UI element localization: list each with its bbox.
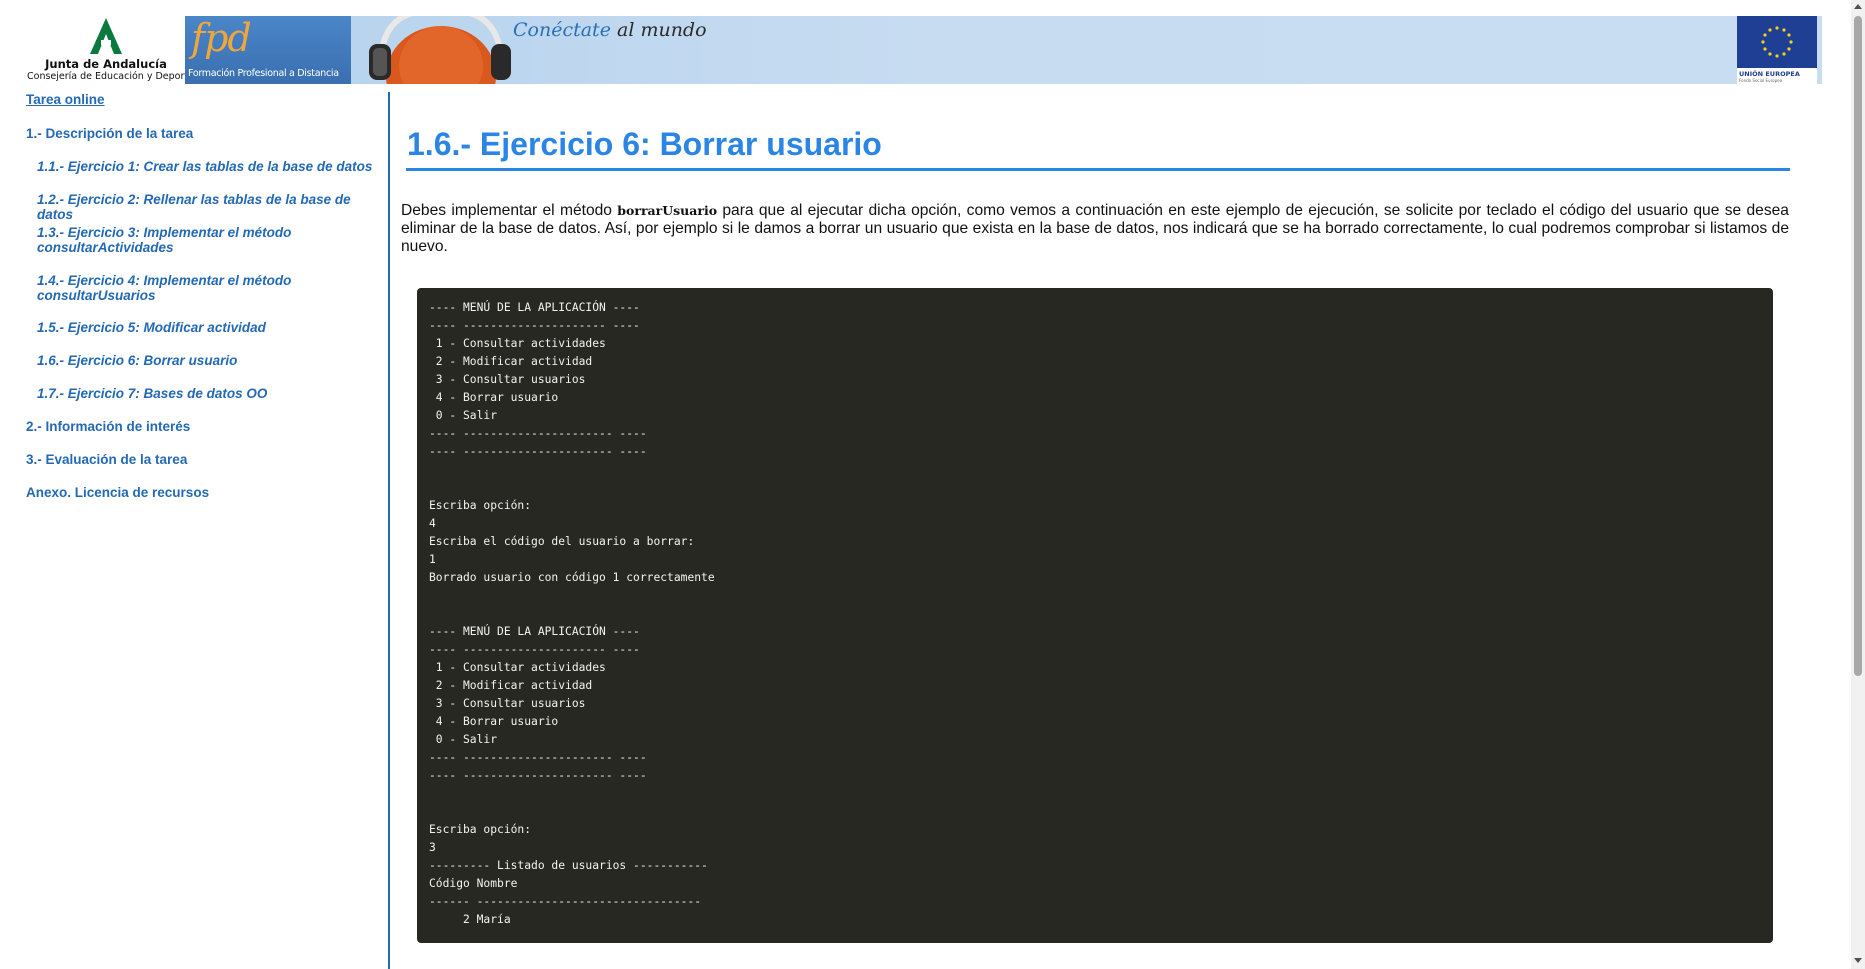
- page-title: 1.6.- Ejercicio 6: Borrar usuario: [407, 126, 882, 162]
- console-line: 2 - Modificar actividad: [429, 355, 593, 368]
- title-underline: [406, 168, 1790, 171]
- sidebar-item-ejercicio-6[interactable]: 1.6.- Ejercicio 6: Borrar usuario: [37, 353, 382, 368]
- eu-sub: Fondo Social Europeo: [1739, 78, 1783, 83]
- console-line: 0 - Salir: [429, 733, 498, 746]
- banner-slogan: Conéctate al mundo: [513, 19, 707, 41]
- console-line: 2 María: [429, 913, 511, 926]
- console-line: 2 - Modificar actividad: [429, 679, 593, 692]
- fpd-caption: Formación Profesional a Distancia: [188, 68, 339, 79]
- main-content: 1.6.- Ejercicio 6: Borrar usuario Debes …: [401, 86, 1791, 969]
- console-line: 3 - Consultar usuarios: [429, 373, 586, 386]
- page-header: Junta de Andalucía Consejería de Educaci…: [0, 0, 1822, 86]
- console-line: ---- MENÚ DE LA APLICACIÓN ----: [429, 301, 640, 314]
- sidebar-item-anexo[interactable]: Anexo. Licencia de recursos: [26, 485, 209, 500]
- console-line: ---- ---------------------- ----: [429, 751, 647, 764]
- scroll-down-arrow-icon[interactable]: [1854, 958, 1862, 963]
- console-line: 1 - Consultar actividades: [429, 337, 606, 350]
- headphones-person-image: [369, 16, 511, 84]
- eu-logo: UNIÓN EUROPEA Fondo Social Europeo: [1737, 16, 1817, 84]
- intro-paragraph: Debes implementar el método borrarUsuari…: [401, 202, 1789, 256]
- org-name: Junta de Andalucía: [45, 57, 167, 71]
- console-line: Código Nombre: [429, 877, 518, 890]
- scroll-up-arrow-icon[interactable]: [1854, 4, 1862, 9]
- console-text: ---- MENÚ DE LA APLICACIÓN ---- ---- ---…: [429, 299, 715, 929]
- console-line: ---- ---------------------- ----: [429, 769, 647, 782]
- intro-text-before: Debes implementar el método: [401, 202, 618, 219]
- intro-method-name: borrarUsuario: [617, 203, 718, 218]
- fpd-wordmark: fpd: [191, 16, 252, 60]
- org-department: Consejería de Educación y Deporte: [27, 71, 194, 82]
- console-line: 0 - Salir: [429, 409, 498, 422]
- console-output: ---- MENÚ DE LA APLICACIÓN ---- ---- ---…: [417, 288, 1773, 943]
- sidebar-item-ejercicio-4[interactable]: 1.4.- Ejercicio 4: Implementar el método…: [37, 273, 327, 303]
- sidebar-item-ejercicio-2[interactable]: 1.2.- Ejercicio 2: Rellenar las tablas d…: [37, 192, 382, 222]
- console-line: ---- ---------------------- ----: [429, 427, 647, 440]
- header-banner: Conéctate al mundo: [351, 16, 1822, 84]
- junta-andalucia-logo[interactable]: Junta de Andalucía Consejería de Educaci…: [27, 16, 194, 84]
- sidebar-item-descripcion[interactable]: 1.- Descripción de la tarea: [26, 126, 193, 141]
- junta-andalucia-emblem-icon: [90, 18, 122, 54]
- console-line: ---- ---------------------- ----: [429, 445, 647, 458]
- console-line: 4: [429, 517, 436, 530]
- console-line: 3 - Consultar usuarios: [429, 697, 586, 710]
- sidebar-top-link[interactable]: Tarea online: [26, 92, 105, 107]
- console-line: --------- Listado de usuarios ----------…: [429, 859, 708, 872]
- console-line: 1 - Consultar actividades: [429, 661, 606, 674]
- eu-flag-icon: [1737, 16, 1817, 68]
- vertical-scrollbar[interactable]: [1851, 0, 1865, 969]
- console-line: 1: [429, 553, 436, 566]
- sidebar-item-ejercicio-1[interactable]: 1.1.- Ejercicio 1: Crear las tablas de l…: [37, 159, 382, 174]
- console-line: 4 - Borrar usuario: [429, 391, 559, 404]
- sidebar-item-ejercicio-5[interactable]: 1.5.- Ejercicio 5: Modificar actividad: [37, 320, 382, 335]
- slogan-prefix: Conéctate: [513, 19, 611, 41]
- console-line: ---- MENÚ DE LA APLICACIÓN ----: [429, 625, 640, 638]
- console-line: ---- --------------------- ----: [429, 643, 640, 656]
- sidebar-item-ejercicio-7[interactable]: 1.7.- Ejercicio 7: Bases de datos OO: [37, 386, 382, 401]
- eu-label: UNIÓN EUROPEA: [1739, 70, 1800, 78]
- console-line: 4 - Borrar usuario: [429, 715, 559, 728]
- console-line: ------ ---------------------------------: [429, 895, 702, 908]
- console-line: Borrado usuario con código 1 correctamen…: [429, 571, 715, 584]
- console-line: Escriba opción:: [429, 823, 532, 836]
- sidebar-nav: Tarea online 1.- Descripción de la tarea…: [0, 86, 388, 969]
- slogan-suffix: al mundo: [617, 19, 707, 41]
- scrollbar-thumb[interactable]: [1854, 16, 1862, 676]
- sidebar-divider: [388, 92, 390, 969]
- sidebar-item-informacion[interactable]: 2.- Información de interés: [26, 419, 190, 434]
- console-line: Escriba opción:: [429, 499, 532, 512]
- console-line: Escriba el código del usuario a borrar:: [429, 535, 695, 548]
- sidebar-item-ejercicio-3[interactable]: 1.3.- Ejercicio 3: Implementar el método…: [37, 225, 327, 255]
- fpd-logo: fpd Formación Profesional a Distancia: [185, 16, 351, 84]
- console-line: 3: [429, 841, 436, 854]
- sidebar-item-evaluacion[interactable]: 3.- Evaluación de la tarea: [26, 452, 187, 467]
- console-line: ---- --------------------- ----: [429, 319, 640, 332]
